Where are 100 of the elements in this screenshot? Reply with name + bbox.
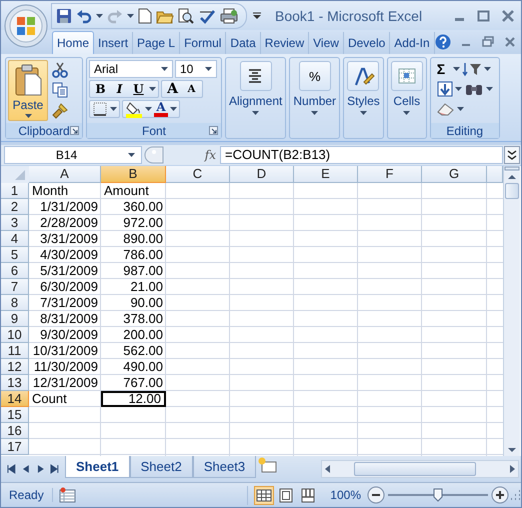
normal-view-icon[interactable] (254, 486, 274, 504)
table-cell[interactable]: 21.00 (101, 279, 166, 295)
table-cell[interactable]: 7/31/2009 (29, 295, 101, 311)
ribbon-tab[interactable]: Home (52, 31, 94, 54)
resize-grip-icon[interactable] (509, 489, 521, 501)
alignment-button[interactable]: Alignment (227, 58, 284, 115)
table-cell[interactable]: Amount (101, 183, 166, 199)
dialog-launcher-icon[interactable] (209, 126, 218, 135)
sheet-tab[interactable]: Sheet3 (192, 456, 256, 478)
table-cell[interactable]: 6/30/2009 (29, 279, 101, 295)
grow-font-button[interactable]: A (164, 82, 181, 96)
horizontal-scrollbar[interactable] (321, 460, 519, 478)
row-header[interactable]: 10 (1, 327, 29, 343)
table-cell[interactable]: 1/31/2009 (29, 199, 101, 215)
column-header[interactable]: E (294, 166, 358, 183)
italic-button[interactable]: I (111, 82, 128, 96)
table-cell[interactable]: 12/31/2009 (29, 375, 101, 391)
caret-icon[interactable] (170, 107, 177, 111)
zoom-level[interactable]: 100% (324, 488, 367, 502)
caret-icon[interactable] (452, 66, 460, 70)
caret-icon[interactable] (454, 86, 462, 90)
table-cell[interactable]: 360.00 (101, 199, 166, 215)
row-header[interactable]: 7 (1, 279, 29, 295)
row-header[interactable]: 13 (1, 375, 29, 391)
column-header[interactable]: G (422, 166, 487, 183)
sheet-tab[interactable]: Sheet2 (130, 456, 193, 478)
table-cell[interactable]: 2/28/2009 (29, 215, 101, 231)
maximize-icon[interactable] (477, 8, 491, 22)
font-name-field[interactable]: Arial (89, 60, 173, 78)
table-cell[interactable]: 490.00 (101, 359, 166, 375)
row-header[interactable]: 16 (1, 423, 29, 439)
table-cell[interactable]: 8/31/2009 (29, 311, 101, 327)
table-cell[interactable]: 200.00 (101, 327, 166, 343)
sort-filter-icon[interactable] (462, 60, 482, 76)
styles-button[interactable]: Styles (345, 58, 382, 115)
table-cell[interactable]: 10/31/2009 (29, 343, 101, 359)
row-header[interactable]: 11 (1, 343, 29, 359)
table-cell[interactable]: 786.00 (101, 247, 166, 263)
column-header[interactable]: C (166, 166, 230, 183)
row-header[interactable]: 6 (1, 263, 29, 279)
row-header[interactable]: 1 (1, 183, 29, 199)
row-header[interactable]: 3 (1, 215, 29, 231)
underline-button[interactable]: U (130, 82, 147, 96)
table-cell[interactable]: 9/30/2009 (29, 327, 101, 343)
row-header[interactable]: 15 (1, 407, 29, 423)
scroll-thumb[interactable] (354, 462, 476, 476)
table-cell[interactable]: 4/30/2009 (29, 247, 101, 263)
table-cell[interactable]: 90.00 (101, 295, 166, 311)
insert-function-button[interactable]: fx (164, 148, 220, 162)
zoom-out-icon[interactable] (367, 486, 385, 504)
scissors-icon[interactable] (52, 62, 68, 78)
row-header[interactable]: 12 (1, 359, 29, 375)
row-header[interactable]: 2 (1, 199, 29, 215)
caret-icon[interactable] (149, 87, 156, 91)
row-header[interactable]: 5 (1, 247, 29, 263)
slider-thumb[interactable] (433, 488, 443, 502)
table-cell[interactable]: 890.00 (101, 231, 166, 247)
caret-icon[interactable] (486, 86, 493, 90)
row-header[interactable]: 8 (1, 295, 29, 311)
caret-icon[interactable] (127, 14, 134, 18)
zoom-in-icon[interactable] (491, 486, 509, 504)
record-macro-icon[interactable] (58, 487, 77, 503)
table-cell[interactable]: 972.00 (101, 215, 166, 231)
copy-icon[interactable] (52, 82, 68, 98)
table-cell[interactable]: 378.00 (101, 311, 166, 327)
paintbrush-icon[interactable] (52, 102, 68, 119)
row-header[interactable]: 17 (1, 439, 29, 455)
column-header[interactable]: D (230, 166, 294, 183)
undo-icon[interactable] (76, 8, 92, 24)
restore-icon[interactable] (480, 35, 495, 49)
save-icon[interactable] (56, 8, 72, 24)
split-handle-icon[interactable] (504, 166, 520, 171)
formula-field[interactable]: =COUNT(B2:B13) (220, 146, 503, 164)
cells-button[interactable]: Cells (388, 58, 425, 115)
expand-icon[interactable] (504, 146, 520, 164)
print-preview-icon[interactable] (178, 8, 194, 24)
caret-icon[interactable] (145, 107, 152, 111)
first-sheet-icon[interactable] (5, 463, 17, 475)
name-box[interactable]: B14 (4, 146, 142, 164)
table-cell[interactable]: 767.00 (101, 375, 166, 391)
paste-button[interactable]: Paste (8, 60, 48, 121)
caret-icon[interactable] (456, 106, 464, 110)
autosum-button[interactable]: Σ (436, 60, 449, 76)
new-document-icon[interactable] (138, 8, 152, 24)
bold-button[interactable]: B (92, 82, 109, 96)
table-cell[interactable]: Month (29, 183, 101, 199)
table-cell[interactable]: Count (29, 391, 101, 407)
table-cell[interactable]: 987.00 (101, 263, 166, 279)
column-header[interactable]: F (358, 166, 422, 183)
table-cell[interactable]: 11/30/2009 (29, 359, 101, 375)
eraser-icon[interactable] (436, 102, 455, 116)
spelling-check-icon[interactable] (198, 8, 216, 24)
row-header[interactable]: 14 (1, 391, 29, 407)
fill-down-icon[interactable] (436, 80, 453, 96)
close-icon[interactable] (502, 35, 517, 49)
caret-icon[interactable] (96, 14, 103, 18)
column-header[interactable]: A (29, 166, 101, 183)
table-cell[interactable]: 12.00 (101, 391, 166, 407)
shrink-font-button[interactable]: A (183, 82, 200, 96)
font-size-field[interactable]: 10 (175, 60, 217, 78)
